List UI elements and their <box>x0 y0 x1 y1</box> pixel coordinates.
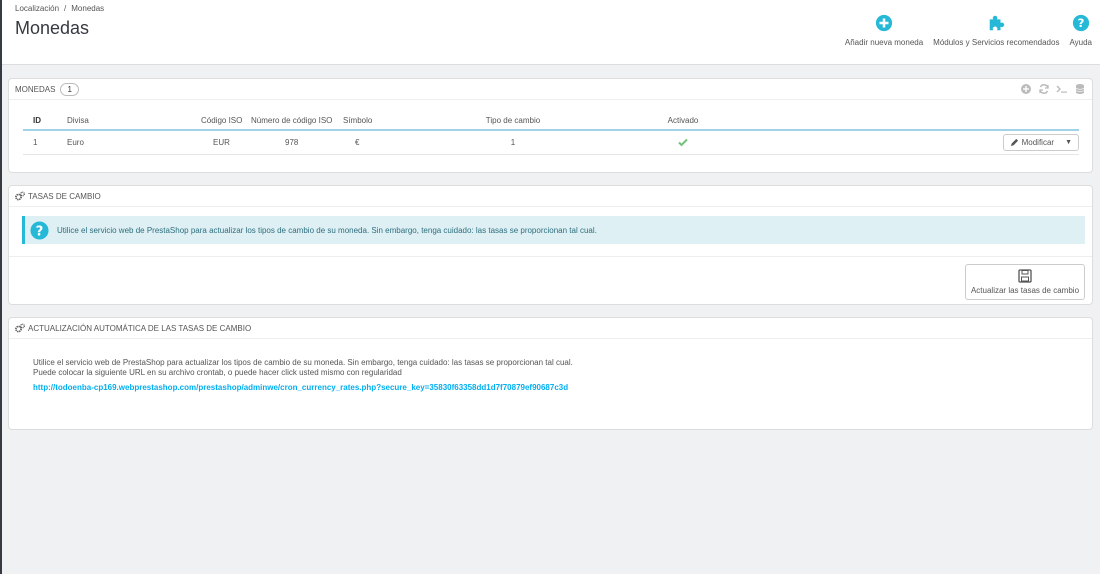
panel-footer-divider <box>9 256 1092 257</box>
column-header-active[interactable]: Activado <box>601 111 765 131</box>
caret-down-icon[interactable]: ▼ <box>1065 139 1072 146</box>
admin-sidebar-edge <box>0 0 2 574</box>
sql-query-icon[interactable] <box>1056 83 1068 95</box>
modules-button[interactable]: Módulos y Servicios recomendados <box>933 14 1059 47</box>
auto-update-text-1: Utilice el servicio web de PrestaShop pa… <box>33 358 573 367</box>
currencies-panel-title: Monedas <box>15 84 56 94</box>
edit-label: Modificar <box>1021 138 1055 147</box>
svg-text:?: ? <box>36 224 44 239</box>
page-title: Monedas <box>15 18 90 38</box>
svg-text:?: ? <box>1077 16 1084 30</box>
plus-circle-icon <box>875 14 893 32</box>
pencil-icon <box>1010 138 1018 147</box>
question-circle-icon: ? <box>30 220 49 240</box>
column-header-actions <box>765 111 1079 131</box>
cell-symbol: € <box>343 130 425 155</box>
table-row[interactable]: 1 Euro EUR 978 € 1 Modificar ▼ <box>23 130 1079 155</box>
info-alert: ? Utilice el servicio web de PrestaShop … <box>22 216 1085 244</box>
cell-actions: Modificar ▼ <box>765 130 1079 155</box>
auto-update-title: Actualización automática de las tasas de… <box>28 323 252 333</box>
auto-update-text-2: Puede colocar la siguiente URL en su arc… <box>33 368 402 377</box>
table-header-row: ID Divisa Código ISO Número de código IS… <box>23 111 1079 131</box>
page-toolbar: Añadir nueva moneda Módulos y Servicios … <box>845 14 1092 47</box>
currencies-panel: Monedas 1 ID Divisa Código ISO Número de… <box>8 78 1093 173</box>
auto-update-heading: Actualización automática de las tasas de… <box>9 318 1092 339</box>
column-header-rate[interactable]: Tipo de cambio <box>425 111 601 131</box>
breadcrumb-current: Monedas <box>71 4 105 13</box>
column-header-id[interactable]: ID <box>23 111 67 131</box>
puzzle-icon <box>990 15 1005 31</box>
auto-update-panel: Actualización automática de las tasas de… <box>8 317 1093 430</box>
save-icon <box>1018 269 1032 283</box>
cell-iso-number: 978 <box>251 130 343 155</box>
add-currency-label: Añadir nueva moneda <box>844 38 924 47</box>
auto-update-body: Utilice el servicio web de PrestaShop pa… <box>33 358 573 393</box>
database-icon[interactable] <box>1074 83 1086 95</box>
refresh-icon[interactable] <box>1038 83 1050 95</box>
modules-label: Módulos y Servicios recomendados <box>933 38 1060 47</box>
currencies-table: ID Divisa Código ISO Número de código IS… <box>23 111 1079 155</box>
exchange-rates-title: Tasas de cambio <box>28 191 101 201</box>
breadcrumb-separator: / <box>64 4 67 13</box>
cogs-icon <box>15 323 25 333</box>
page-header: Localización / Monedas Monedas Añadir nuev… <box>2 0 1100 65</box>
cogs-icon <box>15 191 25 201</box>
info-alert-text: Utilice el servicio web de PrestaShop pa… <box>57 225 597 235</box>
question-circle-icon: ? <box>1072 14 1089 32</box>
currencies-panel-heading: Monedas 1 <box>9 79 1092 100</box>
exchange-rates-heading: Tasas de cambio <box>9 186 1092 207</box>
cell-id: 1 <box>23 130 67 155</box>
cell-active[interactable] <box>601 130 765 155</box>
column-header-iso-number[interactable]: Número de código ISO <box>251 111 343 131</box>
update-rates-label: Actualizar las tasas de cambio <box>970 286 1080 295</box>
check-icon[interactable] <box>678 137 688 147</box>
cron-url-link[interactable]: http://todoenba-cp169.webprestashop.com/… <box>33 383 573 393</box>
column-header-iso[interactable]: Código ISO <box>201 111 251 131</box>
currency-count-badge: 1 <box>60 82 79 96</box>
cell-iso: EUR <box>201 130 251 155</box>
cell-rate: 1 <box>425 130 601 155</box>
exchange-rates-panel: Tasas de cambio ? Utilice el servicio we… <box>8 185 1093 305</box>
edit-currency-button[interactable]: Modificar ▼ <box>1002 134 1079 151</box>
update-rates-button[interactable]: Actualizar las tasas de cambio <box>965 264 1085 300</box>
add-currency-button[interactable]: Añadir nueva moneda <box>845 14 923 47</box>
breadcrumb: Localización / Monedas <box>15 4 104 13</box>
add-new-icon[interactable] <box>1020 83 1032 95</box>
column-header-symbol[interactable]: Símbolo <box>343 111 425 131</box>
breadcrumb-parent[interactable]: Localización <box>15 4 59 13</box>
help-button[interactable]: ? Ayuda <box>1069 14 1092 47</box>
cell-currency: Euro <box>67 130 201 155</box>
column-header-currency[interactable]: Divisa <box>67 111 201 131</box>
list-tools <box>1020 83 1086 95</box>
help-label: Ayuda <box>1069 38 1092 47</box>
